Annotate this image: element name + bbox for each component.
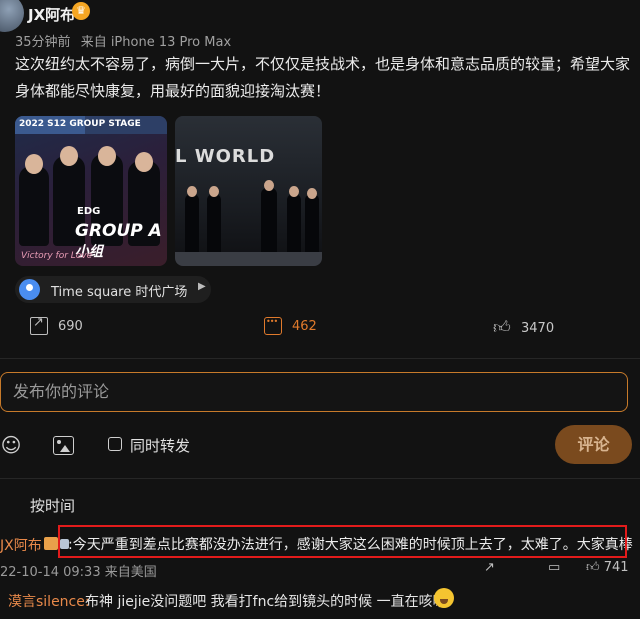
thumbs-up-icon: 👍︎ — [586, 560, 600, 575]
image-icon[interactable] — [53, 436, 74, 455]
divider — [0, 358, 640, 359]
comment-source: 来自美国 — [104, 565, 157, 580]
comment-share-icon[interactable]: ↗ — [484, 560, 495, 575]
comment-date: 22-10-14 09:33 — [0, 565, 101, 580]
share-icon — [30, 315, 48, 335]
post-text: 这次纽约太不容易了，病倒一大片，不仅仅是技战术，也是身体和意志品质的较量；希望大… — [15, 55, 631, 100]
comment-username[interactable]: JX阿布 — [0, 535, 42, 555]
location-label: Time square 时代广场 — [51, 285, 188, 300]
like-button[interactable]: 👍︎ 3470 — [493, 319, 554, 337]
player-figure — [207, 194, 221, 254]
player-figure — [19, 166, 49, 246]
crying-emoji-icon — [434, 588, 454, 608]
fan-badge-icon — [44, 537, 58, 550]
player-figure — [305, 194, 319, 254]
stage-floor — [175, 252, 322, 266]
player-figure — [287, 194, 301, 254]
comment-like-count: 741 — [603, 560, 629, 575]
highlight-box — [58, 525, 627, 558]
player-head — [98, 146, 116, 166]
post-source: 来自 iPhone 13 Pro Max — [80, 35, 232, 50]
like-count: 3470 — [521, 320, 555, 336]
chevron-right-icon: ▶ — [198, 281, 206, 292]
repost-checkbox[interactable] — [108, 437, 122, 451]
submit-comment-button[interactable]: 评论 — [555, 425, 632, 464]
post-time: 35分钟前 — [15, 35, 71, 50]
player-head — [289, 186, 299, 197]
crown-badge-icon: ♛ — [72, 2, 90, 20]
location-chip[interactable]: Time square 时代广场 ▶ — [15, 276, 211, 303]
post-image-2[interactable]: L WORLD — [175, 116, 322, 266]
post-image-1[interactable]: 2022 S12 GROUP STAGE EDG GROUP A小组 Victo… — [15, 116, 167, 266]
post-username[interactable]: JX阿布 — [28, 4, 75, 25]
reply-text: 布神 jiejie没问题吧 我看打fnc给到镜头的时候 一直在咳嗽 — [85, 594, 447, 610]
repost-label: 同时转发 — [130, 437, 191, 455]
divider — [0, 478, 640, 479]
comment-input[interactable] — [11, 381, 615, 402]
comment-meta: 22-10-14 09:33 来自美国 — [0, 561, 157, 580]
team-logo-text: EDG — [77, 206, 101, 217]
image-caption: 2022 S12 GROUP STAGE — [19, 119, 141, 129]
thumbs-up-icon: 👍︎ — [493, 318, 511, 338]
player-head — [209, 186, 219, 197]
sort-by-time[interactable]: 按时间 — [30, 495, 75, 516]
stage-wall-text: L WORLD — [175, 146, 276, 167]
location-pin-icon — [19, 279, 40, 300]
post-meta: 35分钟前 来自 iPhone 13 Pro Max — [15, 31, 237, 50]
share-count: 690 — [58, 318, 83, 334]
player-figure — [185, 194, 199, 254]
player-figure — [261, 188, 277, 254]
comment-icon — [264, 317, 282, 335]
tagline: Victory for Love — [21, 251, 93, 261]
comment-reply-icon[interactable]: ▭ — [548, 560, 560, 575]
player-head — [60, 146, 78, 166]
player-head — [307, 188, 317, 199]
player-head — [264, 180, 274, 191]
comment-like-button[interactable]: 👍︎ 741 — [586, 560, 629, 575]
player-head — [187, 186, 197, 197]
player-head — [25, 154, 43, 174]
share-button[interactable]: 690 — [30, 315, 83, 335]
comment-count: 462 — [292, 318, 317, 334]
avatar[interactable] — [0, 0, 24, 32]
reply-username[interactable]: 漠言silence: — [8, 591, 90, 611]
player-head — [135, 152, 153, 172]
emoji-icon[interactable]: ☺ — [0, 434, 22, 456]
comment-button[interactable]: 462 — [264, 317, 317, 335]
comment-input-box[interactable] — [0, 372, 628, 412]
